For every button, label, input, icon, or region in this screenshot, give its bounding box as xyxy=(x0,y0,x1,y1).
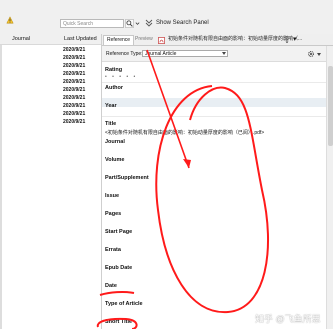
field-epub-date-label: Epub Date xyxy=(105,265,133,271)
last-updated-cell: 2020/9/21 xyxy=(63,119,86,125)
chevron-down-icon[interactable] xyxy=(135,21,140,26)
divider xyxy=(102,82,326,83)
reference-type-label: Reference Type: xyxy=(106,51,143,57)
field-title-value[interactable]: <初始条件对随机有限自由面的影响：初始动量厚度的影响（已阅）.pdf> xyxy=(105,129,264,136)
table-row[interactable]: 2020/9/21 xyxy=(0,86,100,94)
scrollbar-thumb[interactable] xyxy=(328,66,333,146)
last-updated-cell: 2020/9/21 xyxy=(63,63,86,69)
chevron-down-icon[interactable] xyxy=(222,52,226,55)
show-search-panel-button[interactable]: Show Search Panel xyxy=(156,19,209,28)
last-updated-cell: 2020/9/21 xyxy=(63,95,86,101)
field-issue-label: Issue xyxy=(105,193,120,199)
reference-type-select[interactable]: Journal Article xyxy=(142,50,228,57)
table-row[interactable]: 2020/9/21 xyxy=(0,102,100,110)
reference-form: Reference Type: Journal Article Rating •… xyxy=(102,46,326,329)
table-row[interactable]: 2020/9/21 xyxy=(0,70,100,78)
column-last-updated[interactable]: Last Updated xyxy=(64,36,97,42)
field-errata-label: Errata xyxy=(105,247,121,253)
reference-type-row: Reference Type: Journal Article xyxy=(102,46,326,62)
pdf-icon xyxy=(158,37,165,44)
field-rating-label: Rating xyxy=(105,67,123,73)
table-row[interactable]: 2020/9/21 xyxy=(0,46,100,54)
last-updated-cell: 2020/9/21 xyxy=(63,71,86,77)
library-column-header: Journal Last Updated xyxy=(0,34,101,45)
search-icon[interactable] xyxy=(125,19,134,28)
last-updated-cell: 2020/9/21 xyxy=(63,79,86,85)
panel-tabs: Reference Preview 初始条件对随机有限自由面的影响：初始动量厚度… xyxy=(102,34,333,46)
last-updated-cell: 2020/9/21 xyxy=(63,47,86,53)
table-row[interactable]: 2020/9/21 xyxy=(0,62,100,70)
field-author-label: Author xyxy=(105,85,124,91)
field-pages-label: Pages xyxy=(105,211,122,217)
double-chevron-icon[interactable] xyxy=(145,19,153,27)
last-updated-cell: 2020/9/21 xyxy=(63,111,86,117)
field-date-label: Date xyxy=(105,283,117,289)
rating-stars[interactable]: • • • • • xyxy=(105,74,137,80)
field-volume-label: Volume xyxy=(105,157,125,163)
divider xyxy=(102,116,326,117)
table-row[interactable]: 2020/9/21 xyxy=(0,54,100,62)
quick-search-input[interactable]: Quick Search xyxy=(60,19,124,28)
tab-menu-arrow[interactable]: ▾ xyxy=(293,35,297,44)
field-short-title-label: Short Title xyxy=(105,319,133,325)
column-journal[interactable]: Journal xyxy=(12,36,30,42)
table-row[interactable]: 2020/9/21 xyxy=(0,110,100,118)
last-updated-cell: 2020/9/21 xyxy=(63,103,86,109)
field-start-page-label: Start Page xyxy=(105,229,133,235)
field-journal-label: Journal xyxy=(105,139,125,145)
library-list: 2020/9/21 2020/9/21 2020/9/21 2020/9/21 … xyxy=(0,45,101,329)
attachment-tab[interactable]: 初始条件对随机有限自由面的影响：初始动量厚度的影响（... xyxy=(168,35,302,44)
field-type-of-article-label: Type of Article xyxy=(105,301,143,307)
field-title-label: Title xyxy=(105,121,117,127)
tab-reference[interactable]: Reference xyxy=(103,35,135,45)
last-updated-cell: 2020/9/21 xyxy=(63,87,86,93)
warning-icon xyxy=(6,16,14,24)
chevron-down-icon[interactable] xyxy=(317,53,321,56)
reference-panel: Reference Preview 初始条件对随机有限自由面的影响：初始动量厚度… xyxy=(101,34,333,329)
field-part-supplement-label: Part/Supplement xyxy=(105,175,149,181)
table-row[interactable]: 2020/9/21 xyxy=(0,78,100,86)
field-year-label: Year xyxy=(105,103,117,109)
gear-icon[interactable] xyxy=(307,50,315,58)
form-scrollbar[interactable] xyxy=(326,46,333,329)
table-row[interactable]: 2020/9/21 xyxy=(0,94,100,102)
watermark: 知乎 @飞鱼所思 xyxy=(255,314,321,324)
tab-preview[interactable]: Preview xyxy=(132,35,156,44)
table-row[interactable]: 2020/9/21 xyxy=(0,118,100,126)
paperclip-icon[interactable] xyxy=(284,36,290,43)
endnote-window: Quick Search Show Search Panel Journal L… xyxy=(0,0,333,329)
author-highlight xyxy=(102,98,326,107)
toolbar: Quick Search Show Search Panel xyxy=(0,0,333,35)
last-updated-cell: 2020/9/21 xyxy=(63,55,86,61)
